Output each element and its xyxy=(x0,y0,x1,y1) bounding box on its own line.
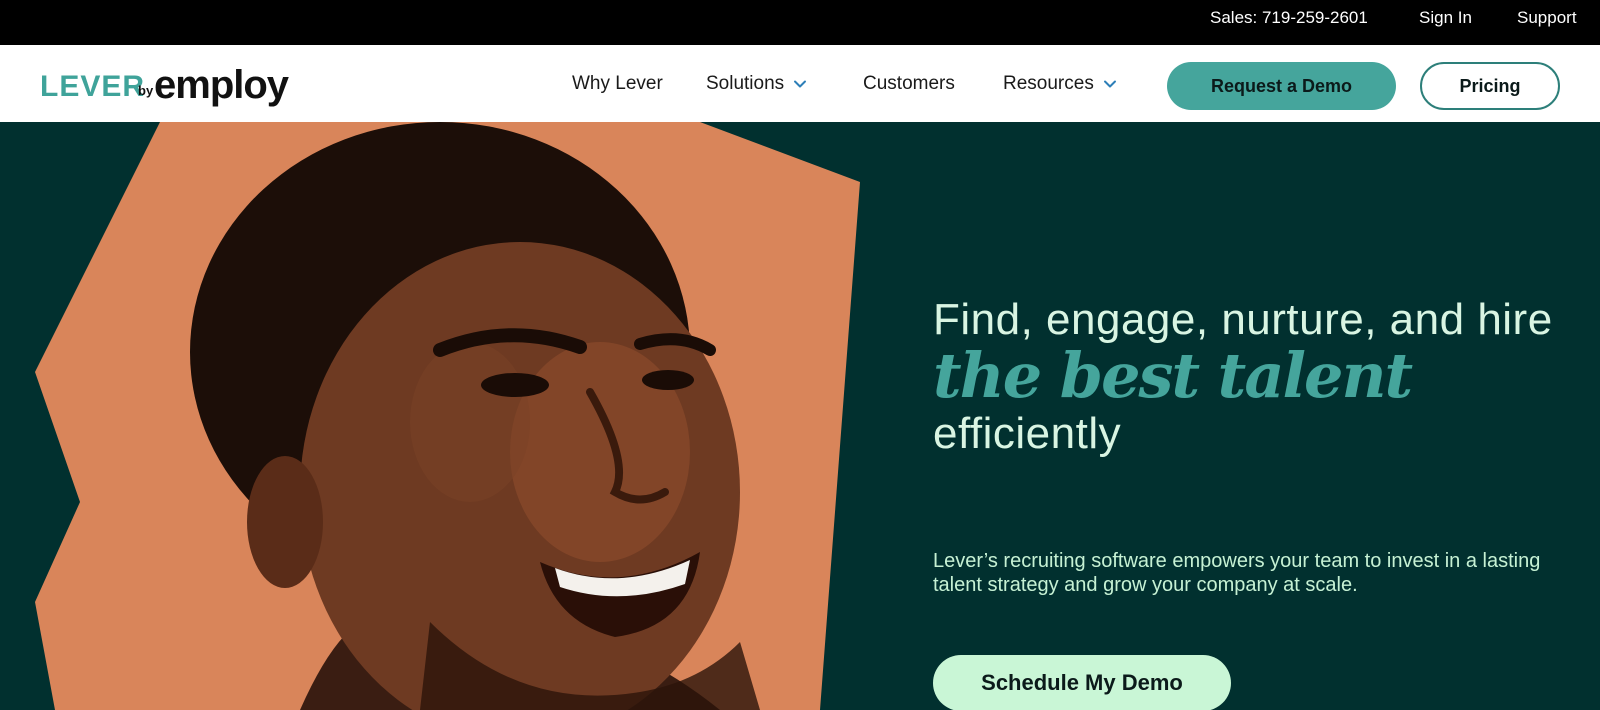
nav-item-why-lever[interactable]: Why Lever xyxy=(572,45,663,122)
hero-headline: Find, engage, nurture, and hire the best… xyxy=(933,298,1573,458)
support-link[interactable]: Support xyxy=(1517,0,1577,45)
nav-item-solutions[interactable]: Solutions xyxy=(706,45,808,122)
sales-phone-link[interactable]: Sales: 719-259-2601 xyxy=(1210,0,1368,45)
chevron-down-icon xyxy=(794,80,807,87)
nav-item-label: Customers xyxy=(863,72,955,94)
headline-line-1: Find, engage, nurture, and hire xyxy=(933,295,1553,344)
utility-bar: Sales: 719-259-2601 Sign In Support xyxy=(0,0,1600,45)
nav-item-label: Solutions xyxy=(706,72,785,94)
pricing-button[interactable]: Pricing xyxy=(1420,62,1560,110)
hero-section: Find, engage, nurture, and hire the best… xyxy=(0,122,1600,710)
request-demo-button[interactable]: Request a Demo xyxy=(1167,62,1396,110)
schedule-demo-button[interactable]: Schedule My Demo xyxy=(933,655,1231,710)
chevron-down-icon xyxy=(1103,80,1116,87)
logo-lever-text: LEVER xyxy=(40,70,146,103)
nav-item-resources[interactable]: Resources xyxy=(1003,45,1118,122)
headline-accent: the best talent xyxy=(933,339,1413,412)
main-navigation: LEVER by employ Why Lever Solutions Cust… xyxy=(0,45,1600,122)
logo-by-text: by xyxy=(138,83,154,98)
nav-item-customers[interactable]: Customers xyxy=(863,45,955,122)
logo-employ-text: employ xyxy=(154,63,289,107)
nav-item-label: Why Lever xyxy=(572,72,663,94)
nav-item-label: Resources xyxy=(1003,72,1094,94)
headline-line-3: efficiently xyxy=(933,409,1122,458)
sign-in-link[interactable]: Sign In xyxy=(1419,0,1472,45)
smiling-man-portrait-image xyxy=(35,122,860,710)
hero-subcopy: Lever’s recruiting software empowers you… xyxy=(933,550,1541,596)
